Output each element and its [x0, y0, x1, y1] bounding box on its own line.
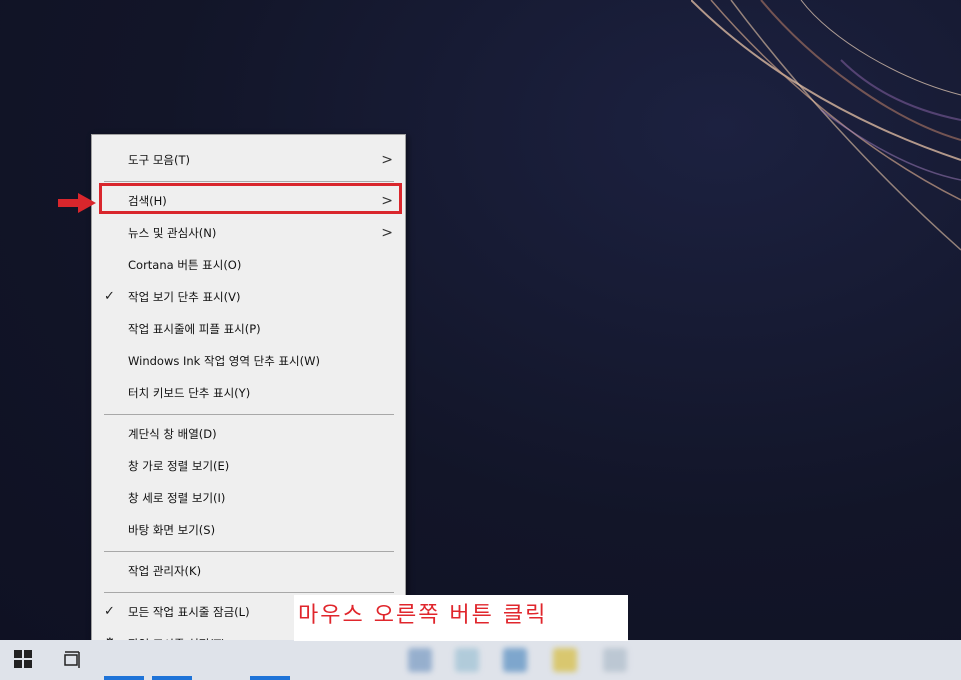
windows-start-icon[interactable] [14, 650, 34, 670]
menu-item-label: Windows Ink 작업 영역 단추 표시(W) [128, 354, 320, 368]
menu-item-windows-ink[interactable]: Windows Ink 작업 영역 단추 표시(W) [92, 346, 405, 376]
menu-item-news-interests[interactable]: 뉴스 및 관심사(N) > [92, 218, 405, 248]
menu-item-label: 뉴스 및 관심사(N) [128, 226, 217, 240]
menu-separator [104, 551, 394, 552]
menu-item-cortana[interactable]: Cortana 버튼 표시(O) [92, 250, 405, 280]
taskbar-active-indicator [250, 676, 290, 680]
menu-item-label: 터치 키보드 단추 표시(Y) [128, 386, 251, 400]
menu-item-label: 모든 작업 표시줄 잠금(L) [128, 605, 250, 619]
menu-item-label: 바탕 화면 보기(S) [128, 523, 216, 537]
menu-item-label: 도구 모음(T) [128, 153, 190, 167]
menu-item-cascade[interactable]: 계단식 창 배열(D) [92, 419, 405, 449]
menu-item-label: 작업 보기 단추 표시(V) [128, 290, 241, 304]
menu-item-label: Cortana 버튼 표시(O) [128, 258, 242, 272]
menu-separator [104, 414, 394, 415]
menu-item-label: 창 세로 정렬 보기(I) [128, 491, 226, 505]
taskbar[interactable] [0, 640, 961, 680]
menu-item-stacked[interactable]: 창 가로 정렬 보기(E) [92, 451, 405, 481]
paint-app-icon[interactable] [408, 648, 432, 672]
app-icon[interactable] [603, 648, 627, 672]
red-arrow-icon [58, 193, 96, 213]
taskbar-active-indicator [104, 676, 144, 680]
menu-item-show-desktop[interactable]: 바탕 화면 보기(S) [92, 515, 405, 545]
menu-item-label: 창 가로 정렬 보기(E) [128, 459, 230, 473]
app-icon[interactable] [455, 648, 479, 672]
menu-item-people[interactable]: 작업 표시줄에 피플 표시(P) [92, 314, 405, 344]
menu-item-label: 작업 관리자(K) [128, 564, 202, 578]
taskbar-active-indicator [152, 676, 192, 680]
menu-item-side-by-side[interactable]: 창 세로 정렬 보기(I) [92, 483, 405, 513]
callout-text: 마우스 오른쪽 버튼 클릭 [298, 603, 548, 628]
check-icon: ✓ [104, 289, 115, 304]
menu-item-task-manager[interactable]: 작업 관리자(K) [92, 556, 405, 586]
menu-separator [104, 592, 394, 593]
menu-item-label: 계단식 창 배열(D) [128, 427, 217, 441]
chevron-right-icon: > [381, 152, 393, 168]
app-icon[interactable] [503, 648, 527, 672]
chevron-right-icon: > [381, 225, 393, 241]
instruction-callout: 마우스 오른쪽 버튼 클릭 [294, 595, 628, 641]
menu-item-label: 작업 표시줄에 피플 표시(P) [128, 322, 261, 336]
wallpaper-art [691, 0, 961, 251]
menu-item-toolbars[interactable]: 도구 모음(T) > [92, 145, 405, 175]
menu-item-touch-keyboard[interactable]: 터치 키보드 단추 표시(Y) [92, 378, 405, 408]
menu-separator [104, 181, 394, 182]
menu-item-task-view[interactable]: ✓ 작업 보기 단추 표시(V) [92, 282, 405, 312]
check-icon: ✓ [104, 604, 115, 619]
taskbar-context-menu: 도구 모음(T) > 검색(H) > 뉴스 및 관심사(N) > Cortana… [91, 134, 406, 668]
folder-icon[interactable] [553, 648, 577, 672]
search-highlight-box [99, 183, 402, 214]
task-view-icon[interactable] [62, 650, 82, 670]
